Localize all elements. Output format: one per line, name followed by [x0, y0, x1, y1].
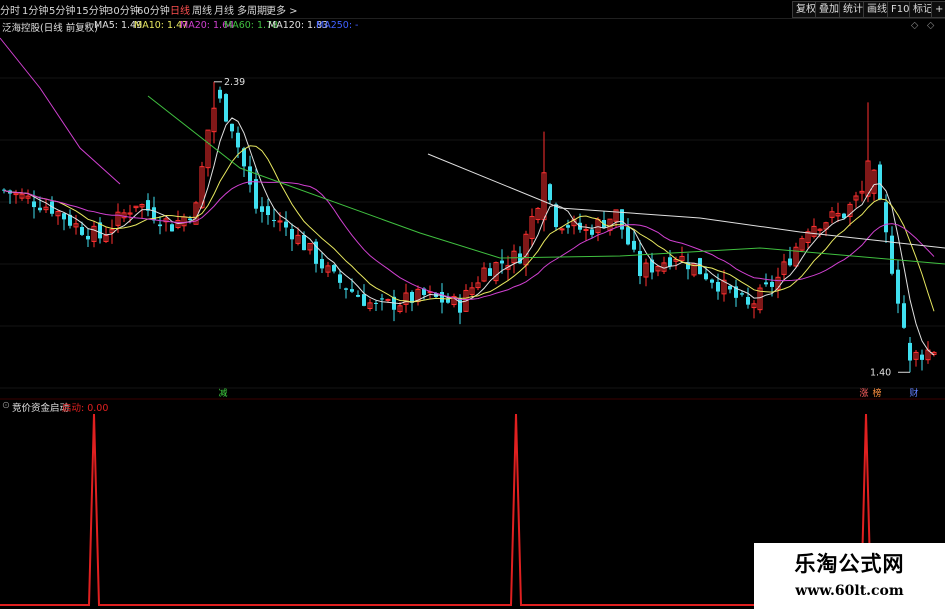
candle-body — [704, 273, 708, 280]
candle-body — [332, 265, 336, 272]
period-toolbar: 分时 1分钟 5分钟 15分钟 30分钟 60分钟 日线 周线 月线 多周期 更多 > 复权 叠加 统计画… — [0, 0, 945, 19]
ma20-start — [0, 37, 121, 185]
toolbar-button-6[interactable]: +自 — [931, 1, 945, 18]
period-tab-3[interactable]: 15分钟 — [76, 2, 109, 17]
candle-body — [266, 206, 270, 215]
candle-body — [746, 296, 750, 305]
candle-body — [554, 204, 558, 228]
candle-body — [236, 132, 240, 148]
candle-body — [884, 202, 888, 233]
candle-body — [356, 294, 360, 297]
main-price-chart[interactable]: 2.39 1.40 减 涨榜 财 — [0, 18, 945, 398]
candle-body — [770, 281, 774, 287]
period-tab-6[interactable]: 日线 — [170, 2, 190, 17]
candle-body — [158, 224, 162, 227]
period-tab-5[interactable]: 60分钟 — [137, 2, 170, 17]
candle-body — [764, 282, 768, 285]
candle-body — [80, 226, 84, 235]
candle-body — [559, 228, 565, 231]
period-tab-4[interactable]: 30分钟 — [107, 2, 140, 17]
candle-body — [272, 219, 276, 221]
candle-body — [626, 227, 630, 245]
event-marker-2: 榜 — [872, 387, 881, 398]
watermark-url: www.60lt.com — [795, 583, 904, 599]
candle-body — [230, 123, 234, 132]
candle-body — [728, 285, 732, 290]
ma20-line — [3, 181, 935, 300]
candle-body — [320, 259, 324, 269]
candle-body — [38, 207, 42, 211]
candle-body — [302, 235, 306, 251]
candle-body — [62, 213, 66, 220]
watermark-title: 乐淘公式网 — [794, 552, 905, 576]
candle-body — [920, 354, 924, 360]
candle-body — [344, 288, 348, 290]
candle-body — [32, 201, 36, 208]
candle-body — [218, 89, 222, 99]
candle-body — [548, 184, 552, 201]
candle-body — [284, 221, 288, 228]
candle-body — [86, 235, 90, 240]
period-tab-0[interactable]: 分时 — [0, 2, 20, 17]
candle-body — [716, 281, 720, 292]
candle-body — [458, 298, 462, 313]
ma120-line — [427, 153, 945, 249]
indicator-title: 竞价资金启动 — [12, 403, 70, 414]
event-marker-0: 减 — [218, 387, 227, 398]
high-price-label: 2.39 — [224, 77, 245, 88]
candle-body — [254, 179, 258, 209]
candle-body — [374, 302, 378, 304]
period-tab-1[interactable]: 1分钟 — [22, 2, 48, 17]
period-tab-8[interactable]: 月线 — [214, 2, 234, 17]
diamond-icon[interactable]: ◇ — [911, 20, 918, 31]
candle-body — [260, 206, 264, 212]
period-tab-2[interactable]: 5分钟 — [49, 2, 75, 17]
candle-body — [338, 274, 342, 283]
candle-body — [788, 258, 792, 266]
candle-body — [440, 292, 444, 303]
collapse-icon[interactable]: ◇ — [927, 20, 934, 31]
period-tab-9[interactable]: 多周期 — [237, 2, 267, 17]
period-tab-7[interactable]: 周线 — [192, 2, 212, 17]
candle-body — [740, 293, 744, 295]
candle-body — [488, 268, 492, 276]
candle-body — [224, 94, 228, 122]
event-marker-3: 财 — [909, 387, 918, 398]
candle-body — [896, 269, 900, 304]
candle-body — [188, 218, 192, 221]
period-tab-10[interactable]: 更多 > — [266, 2, 298, 17]
candle-body — [668, 257, 672, 267]
candle-body — [590, 229, 594, 235]
indicator-value: 启动: 0.00 — [62, 403, 109, 414]
ma5-line — [3, 117, 935, 356]
candle-body — [380, 298, 384, 300]
low-price-label: 1.40 — [870, 367, 891, 378]
settings-icon[interactable]: ⊙ — [84, 20, 92, 31]
candle-body — [500, 260, 504, 264]
candle-body — [362, 294, 366, 306]
candle-body — [890, 235, 894, 274]
candle-body — [902, 303, 906, 328]
indicator-settings-icon[interactable]: ⊙ — [2, 400, 10, 411]
candle-body — [170, 224, 174, 232]
watermark: 乐淘公式网 www.60lt.com — [754, 543, 945, 609]
ma-legend-5: MA250: - — [316, 20, 359, 31]
event-marker-1: 涨 — [859, 388, 868, 398]
candle-body — [878, 164, 882, 200]
candle-body — [710, 279, 714, 283]
candle-body — [566, 225, 570, 228]
candle-body — [290, 229, 294, 240]
candle-body — [350, 289, 354, 292]
candle-body — [632, 240, 636, 250]
candle-body — [908, 342, 912, 361]
